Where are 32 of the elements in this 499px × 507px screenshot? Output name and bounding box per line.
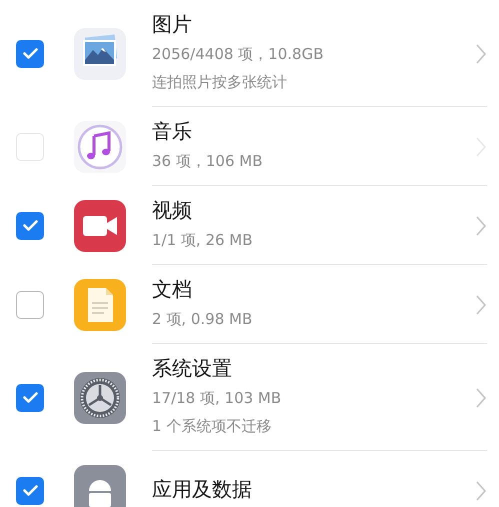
item-title: 文档: [152, 276, 192, 303]
item-title: 图片: [152, 11, 192, 38]
document-icon: [74, 278, 126, 330]
item-detail: 1/1 项, 26 MB: [152, 230, 253, 251]
checkmark-icon: [22, 48, 38, 59]
music-note-icon: [74, 120, 126, 172]
item-detail: 2056/4408 项，10.8GB: [152, 44, 324, 65]
checkbox[interactable]: [16, 476, 44, 504]
chevron-icon[interactable]: [475, 386, 487, 408]
item-detail: 连拍照片按多张统计: [152, 72, 287, 93]
checkbox[interactable]: [16, 40, 44, 68]
item-detail: 17/18 项, 103 MB: [152, 388, 282, 409]
item-title: 系统设置: [152, 355, 232, 382]
photos-icon: [74, 28, 126, 80]
settings-icon: [74, 372, 126, 424]
checkbox[interactable]: [16, 290, 44, 318]
video-camera-icon: [74, 200, 126, 252]
checkbox[interactable]: [16, 212, 44, 240]
chevron-icon[interactable]: [475, 42, 487, 64]
checkmark-icon: [22, 220, 38, 231]
item-title: 音乐: [152, 118, 192, 145]
item-title: 视频: [152, 197, 192, 224]
chevron-icon[interactable]: [475, 480, 487, 502]
item-title: 应用及数据: [152, 476, 252, 503]
checkmark-icon: [22, 485, 38, 496]
checkmark-icon: [22, 392, 38, 403]
checkbox[interactable]: [16, 384, 44, 412]
chevron-icon[interactable]: [475, 294, 487, 316]
chevron-icon[interactable]: [475, 214, 487, 236]
item-detail: 2 项, 0.98 MB: [152, 309, 252, 330]
item-detail: 1 个系统项不迁移: [152, 416, 272, 437]
item-detail: 36 项，106 MB: [152, 151, 262, 172]
